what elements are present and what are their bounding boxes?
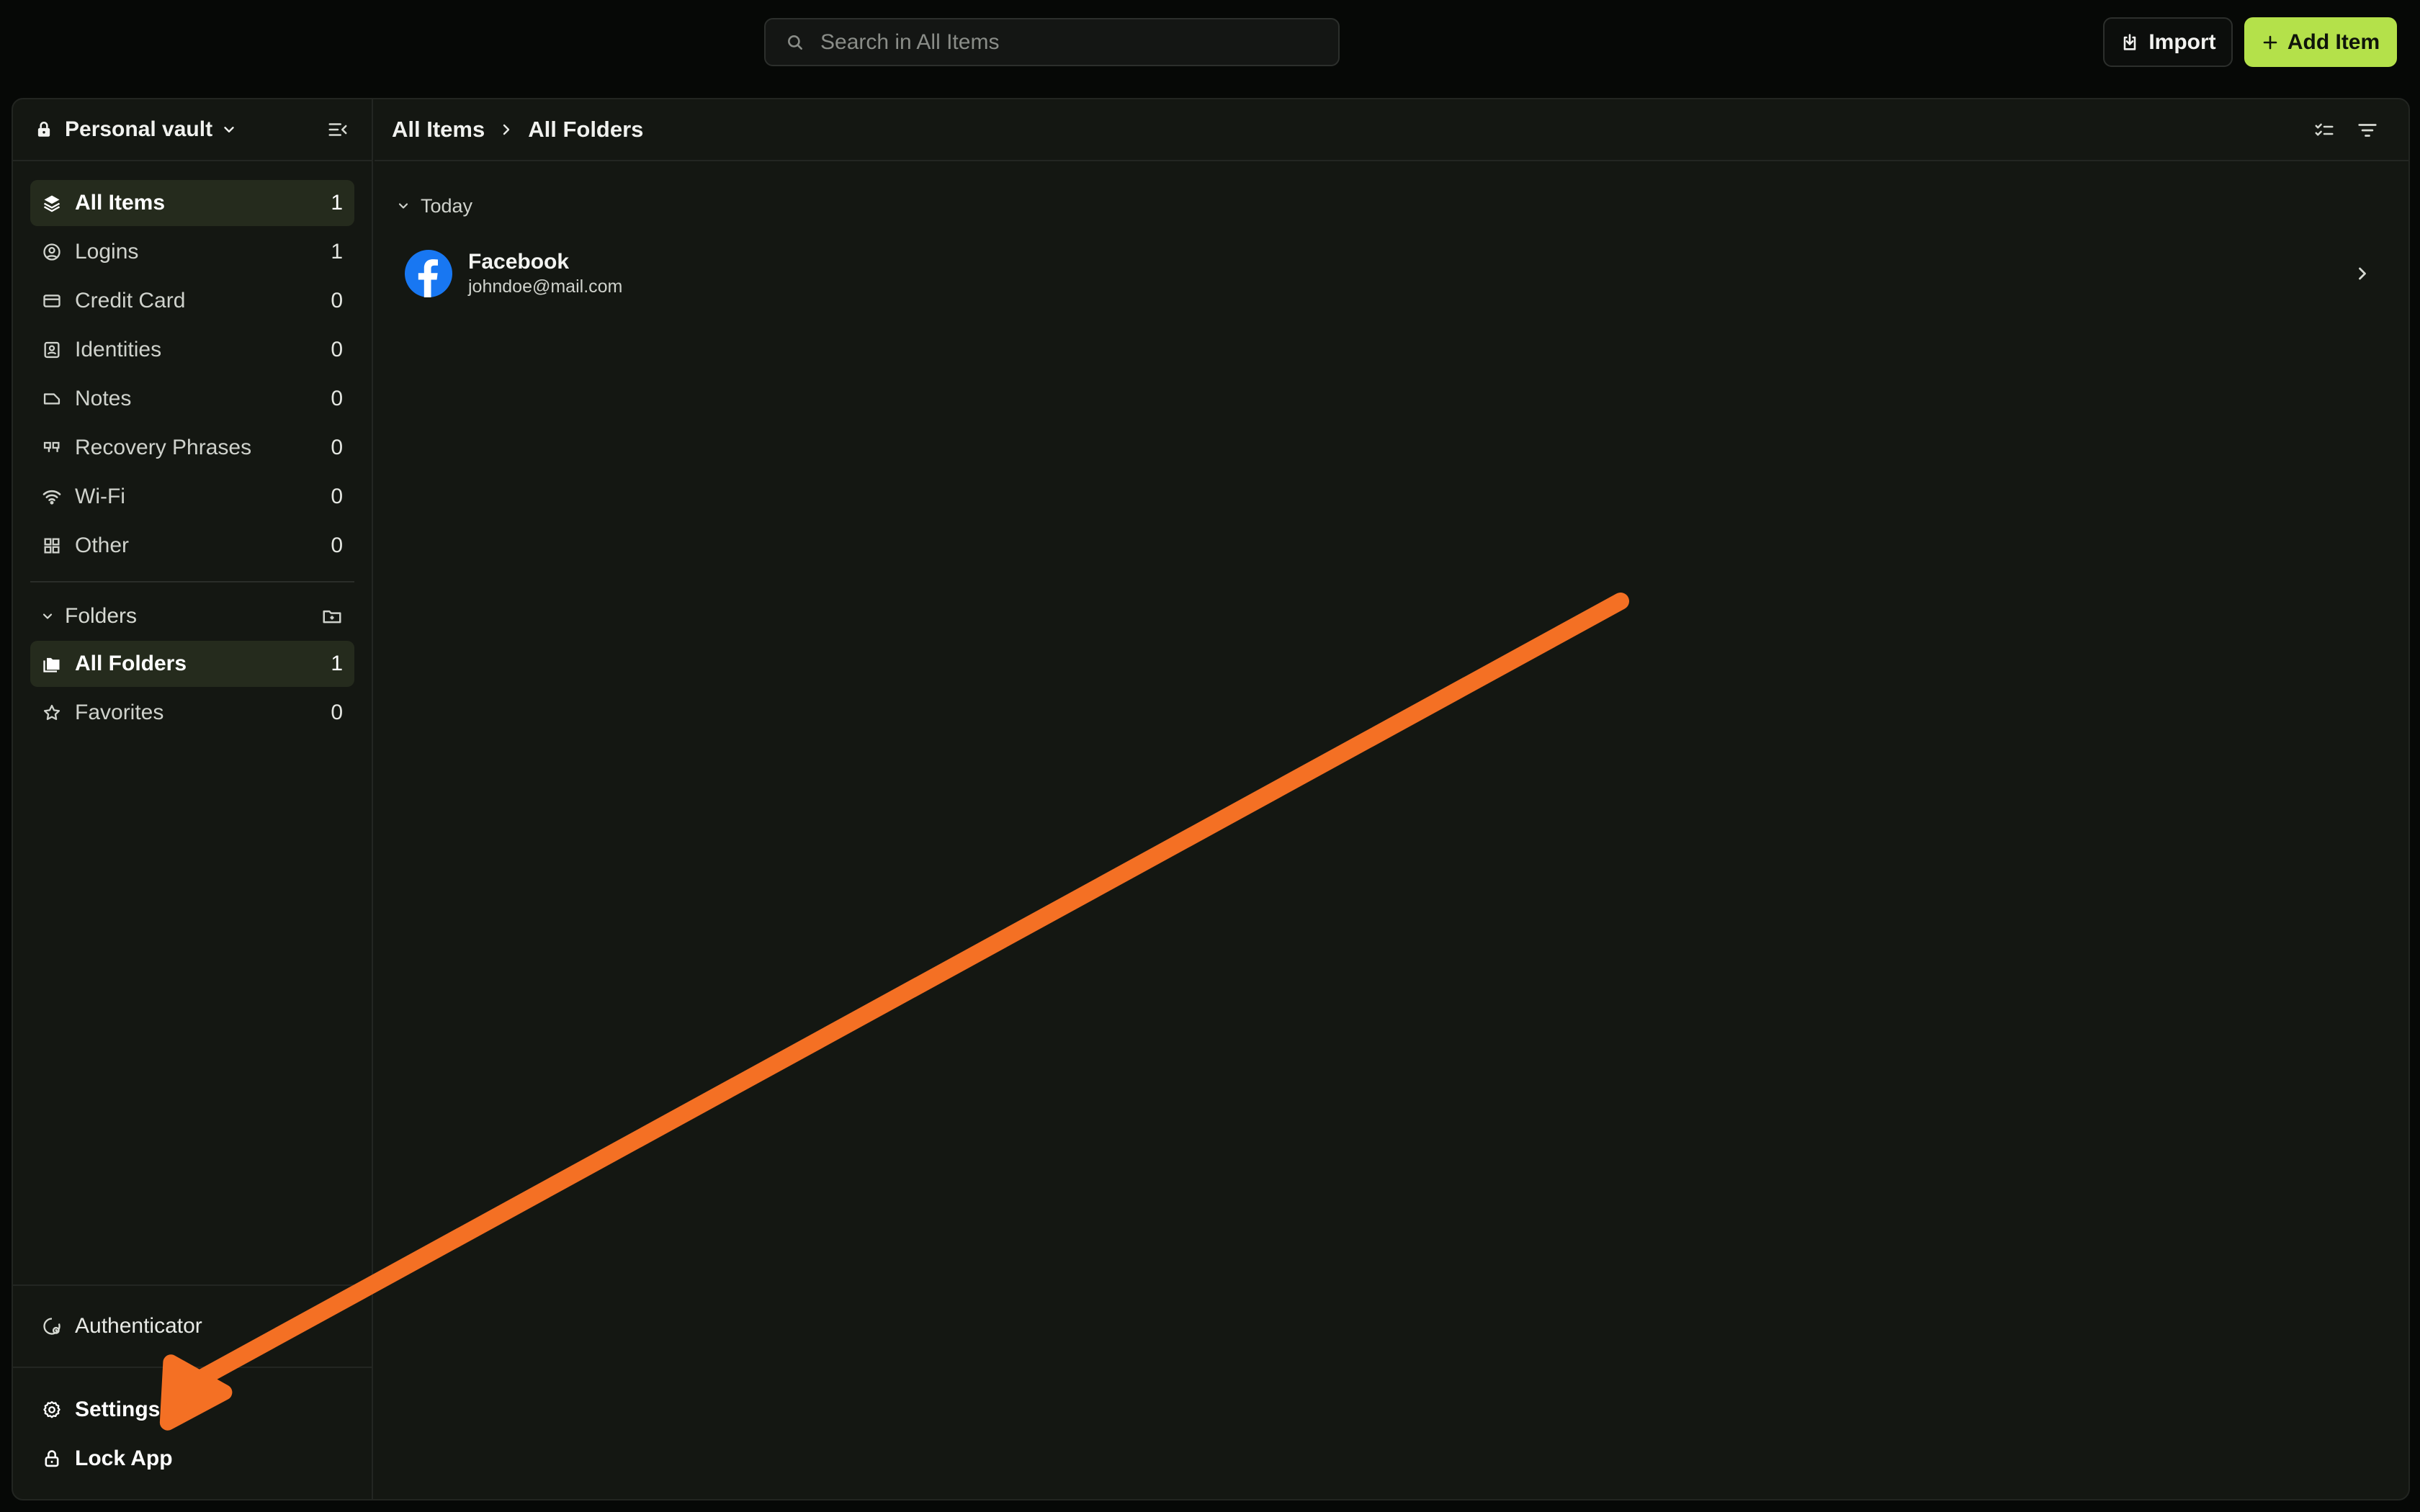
- import-button[interactable]: Import: [2103, 17, 2233, 67]
- gear-icon: [42, 1400, 62, 1420]
- app-shell: Personal vault All Items 1 Logins 1 Cred…: [12, 98, 2410, 1500]
- item-count: 0: [331, 338, 343, 361]
- add-item-button[interactable]: Add Item: [2244, 17, 2397, 67]
- list-item[interactable]: Facebook johndoe@mail.com: [389, 239, 2394, 308]
- folders-label: Folders: [65, 604, 138, 628]
- sidebar-item-label: Other: [75, 534, 130, 557]
- group-header-today[interactable]: Today: [396, 192, 472, 220]
- wifi-icon: [42, 487, 62, 507]
- import-icon: [2124, 33, 2136, 50]
- sidebar-item-all-folders[interactable]: All Folders 1: [30, 641, 354, 687]
- item-subtitle: johndoe@mail.com: [468, 276, 623, 297]
- sidebar-item-label: Wi-Fi: [75, 485, 125, 508]
- sidebar-item-credit-card[interactable]: Credit Card 0: [30, 278, 354, 324]
- sidebar-item-label: All Items: [75, 191, 166, 215]
- note-icon: [42, 389, 62, 409]
- new-folder-icon[interactable]: [321, 606, 343, 627]
- sidebar-item-label: Credit Card: [75, 289, 186, 312]
- item-count: 0: [331, 289, 343, 312]
- search-icon: [788, 35, 802, 50]
- sidebar-item-label: All Folders: [75, 652, 187, 675]
- sidebar-item-other[interactable]: Other 0: [30, 523, 354, 569]
- divider: [30, 581, 354, 582]
- import-label: Import: [2148, 30, 2216, 54]
- chevron-down-icon: [42, 613, 53, 619]
- item-count: 0: [331, 701, 343, 724]
- lock-app-label: Lock App: [75, 1446, 173, 1470]
- chevron-down-icon: [398, 203, 408, 209]
- quote-icon: [42, 438, 62, 458]
- lock-icon: [37, 121, 50, 137]
- vault-switcher[interactable]: Personal vault: [13, 99, 372, 161]
- sidebar: Personal vault All Items 1 Logins 1 Cred…: [13, 99, 373, 1499]
- add-item-label: Add Item: [2287, 30, 2380, 54]
- main-content: All Items All Folders Today Facebook joh…: [375, 99, 2408, 1499]
- lock-icon: [42, 1449, 62, 1469]
- user-circle-icon: [42, 242, 62, 262]
- breadcrumb: All Items All Folders: [375, 99, 2408, 161]
- authenticator-link[interactable]: Authenticator: [42, 1308, 202, 1344]
- item-count: 1: [331, 240, 343, 264]
- settings-link[interactable]: Settings: [42, 1392, 160, 1428]
- authenticator-label: Authenticator: [75, 1314, 202, 1338]
- sidebar-item-recovery-phrases[interactable]: Recovery Phrases 0: [30, 425, 354, 471]
- breadcrumb-root[interactable]: All Items: [392, 117, 485, 143]
- filter-icon[interactable]: [2357, 120, 2378, 141]
- search-input[interactable]: [819, 29, 1309, 55]
- breadcrumb-current: All Folders: [528, 117, 644, 142]
- divider: [13, 1367, 372, 1368]
- settings-label: Settings: [75, 1398, 161, 1421]
- chevron-right-icon: [2359, 267, 2366, 280]
- item-count: 0: [331, 436, 343, 459]
- divider: [13, 1284, 372, 1286]
- sidebar-item-notes[interactable]: Notes 0: [30, 376, 354, 422]
- sidebar-item-logins[interactable]: Logins 1: [30, 229, 354, 275]
- sidebar-item-label: Identities: [75, 338, 162, 361]
- item-count: 1: [331, 652, 343, 675]
- item-count: 0: [331, 387, 343, 410]
- layers-icon: [42, 193, 62, 213]
- multi-select-icon[interactable]: [2313, 120, 2335, 141]
- sidebar-item-identities[interactable]: Identities 0: [30, 327, 354, 373]
- group-label: Today: [421, 194, 473, 217]
- item-count: 0: [331, 485, 343, 508]
- sidebar-item-label: Logins: [75, 240, 139, 264]
- vault-name: Personal vault: [65, 117, 213, 141]
- search-bar[interactable]: [764, 18, 1340, 66]
- item-title: Facebook: [468, 250, 570, 274]
- chevron-down-icon: [224, 127, 234, 132]
- sidebar-item-label: Notes: [75, 387, 132, 410]
- plus-icon: [2263, 35, 2277, 49]
- lock-app-button[interactable]: Lock App: [42, 1441, 173, 1477]
- sidebar-item-wifi[interactable]: Wi-Fi 0: [30, 474, 354, 520]
- star-icon: [42, 703, 62, 723]
- chevron-right-icon: [503, 124, 510, 135]
- credit-card-icon: [42, 291, 62, 311]
- item-count: 0: [331, 534, 343, 557]
- grid-icon: [42, 536, 62, 556]
- facebook-icon: [405, 250, 452, 297]
- sidebar-item-favorites[interactable]: Favorites 0: [30, 690, 354, 736]
- id-badge-icon: [42, 340, 62, 360]
- folders-section-header[interactable]: Folders: [30, 598, 354, 634]
- item-count: 1: [331, 191, 343, 215]
- sidebar-item-all-items[interactable]: All Items 1: [30, 180, 354, 226]
- sidebar-item-label: Favorites: [75, 701, 164, 724]
- sidebar-item-label: Recovery Phrases: [75, 436, 252, 459]
- collapse-sidebar-icon[interactable]: [327, 119, 349, 140]
- folders-icon: [42, 654, 62, 674]
- authenticator-icon: [42, 1316, 62, 1336]
